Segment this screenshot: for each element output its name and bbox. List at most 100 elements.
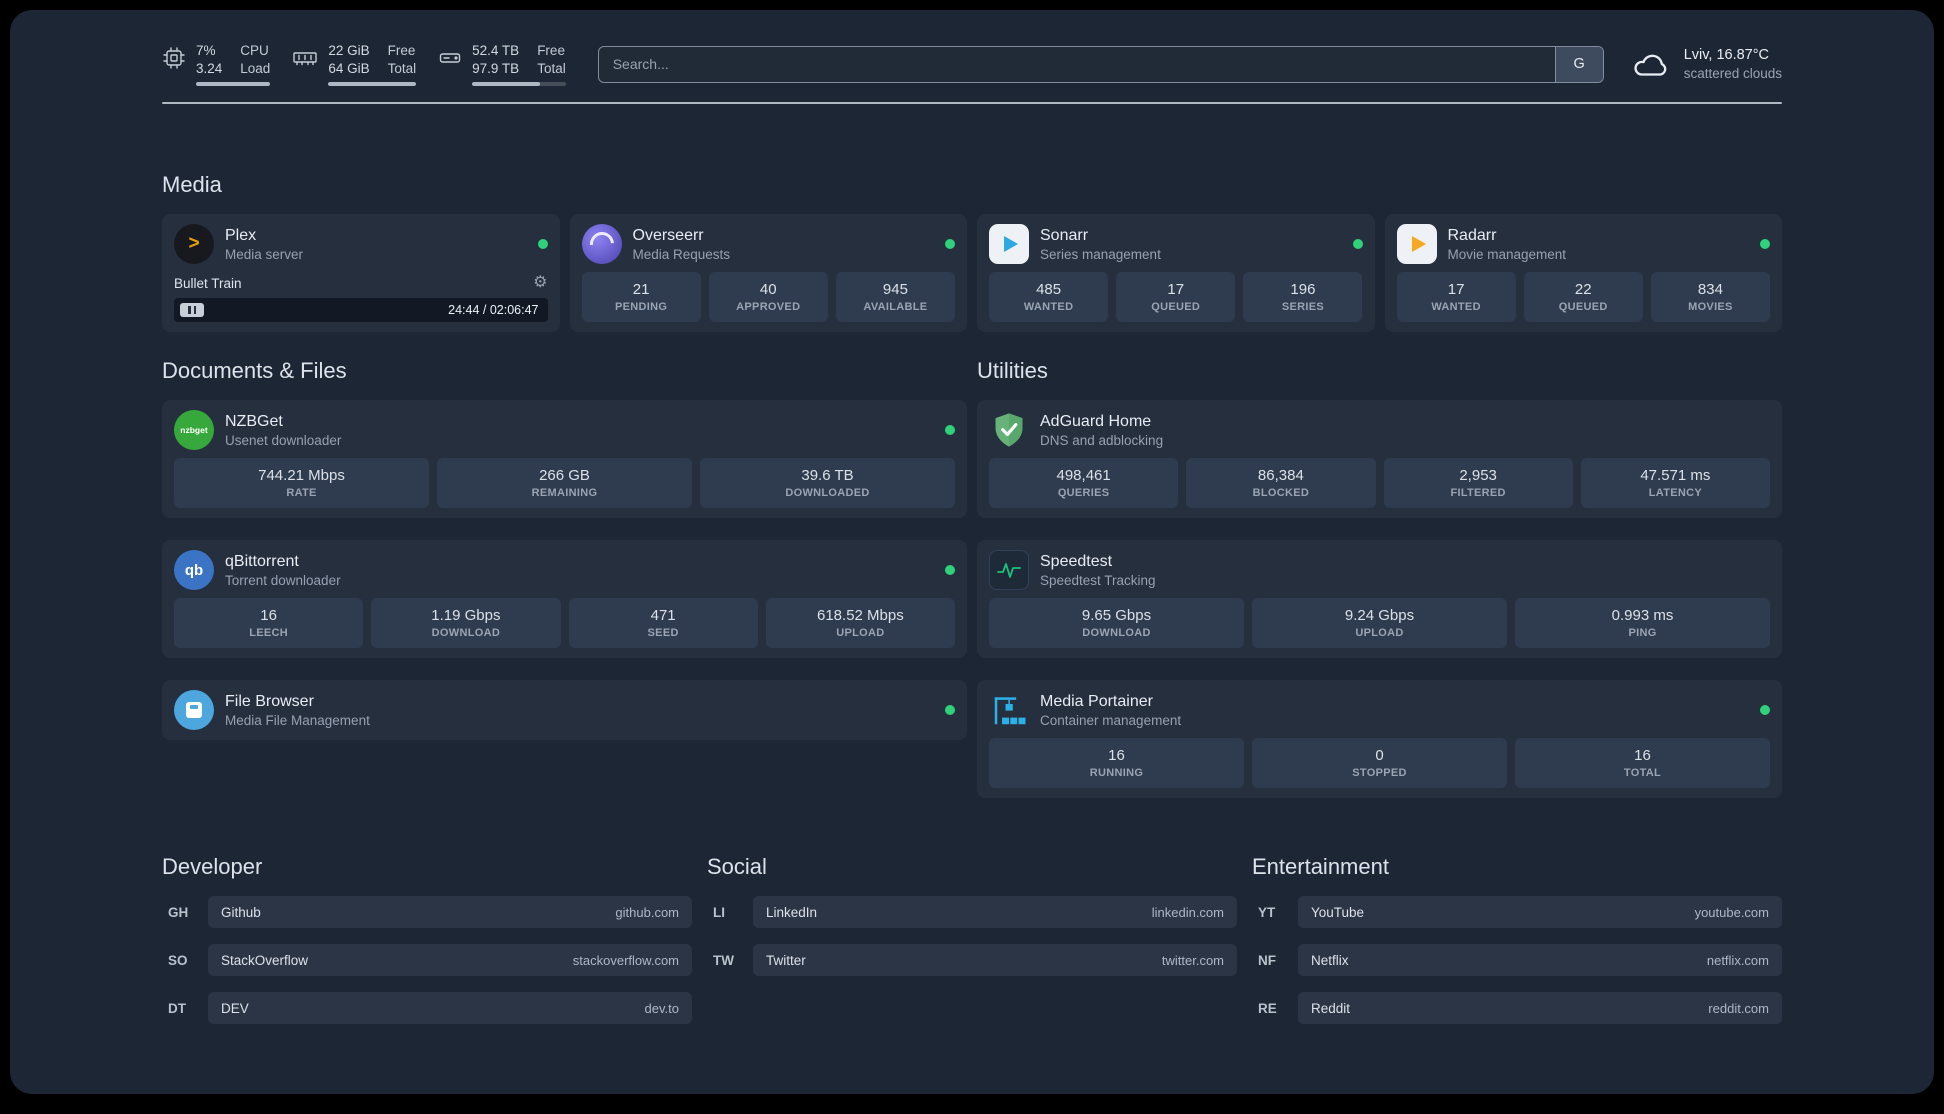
service-description: Media Requests — [632, 246, 731, 262]
weather-widget: Lviv, 16.87°C scattered clouds — [1632, 46, 1782, 82]
disk-total-value: 97.9 TB — [472, 61, 520, 77]
stat-label: REMAINING — [531, 487, 598, 500]
speedtest-card[interactable]: Speedtest Speedtest Tracking 9.65 Gbps D… — [977, 540, 1782, 659]
stat-label: BLOCKED — [1252, 487, 1310, 500]
bookmark-url: github.com — [615, 904, 679, 920]
section-documents: Documents & Files nzbget NZBGet Usenet d… — [162, 358, 967, 741]
bookmark-link-linkedin[interactable]: LinkedIn linkedin.com — [753, 896, 1237, 929]
nzbget-icon-text: nzbget — [180, 425, 208, 436]
overseerr-card[interactable]: Overseerr Media Requests 21 PENDING 40 A… — [569, 214, 967, 333]
disk-icon — [439, 53, 461, 63]
bookmark-link-reddit[interactable]: Reddit reddit.com — [1298, 992, 1782, 1025]
bookmark-url: youtube.com — [1694, 904, 1769, 920]
memory-widget: 22 GiB 64 GiB Free Total — [292, 42, 417, 87]
sonarr-card[interactable]: Sonarr Series management 485 WANTED 17 Q… — [977, 214, 1375, 333]
bookmark-url: twitter.com — [1161, 952, 1224, 968]
bookmark-link-dev[interactable]: DEV dev.to — [208, 992, 692, 1025]
service-name: Plex — [225, 226, 257, 244]
bookmark-abbr: LI — [713, 904, 725, 920]
stat-value: 1.19 Gbps — [431, 607, 501, 625]
cloud-icon — [1634, 54, 1666, 76]
bookmark-link-github[interactable]: Github github.com — [208, 896, 692, 929]
memory-free-label: Free — [387, 43, 416, 58]
stat-value: 2,953 — [1459, 467, 1497, 485]
qbittorrent-card[interactable]: qb qBittorrent Torrent downloader 16 LEE… — [162, 540, 967, 659]
overseerr-icon — [581, 224, 622, 265]
stat-movies: 834 MOVIES — [1650, 272, 1770, 323]
divider — [162, 102, 1782, 105]
radarr-card[interactable]: Radarr Movie management 17 WANTED 22 QUE… — [1384, 214, 1782, 333]
stats-row: 498,461 QUERIES 86,384 BLOCKED 2,953 FIL… — [989, 458, 1770, 509]
filebrowser-card[interactable]: File Browser Media File Management — [162, 680, 967, 741]
bookmark-row: YT YouTube youtube.com — [1252, 896, 1782, 929]
stat-label: STOPPED — [1352, 767, 1407, 780]
bookmark-url: dev.to — [644, 1000, 679, 1016]
stat-value: 744.21 Mbps — [258, 467, 345, 485]
stat-total: 16 TOTAL — [1515, 738, 1770, 789]
stat-value: 0.993 ms — [1611, 607, 1674, 625]
disk-bar — [472, 82, 566, 87]
qbittorrent-icon-text: qb — [184, 561, 204, 579]
stat-label: UPLOAD — [1355, 627, 1404, 640]
cpu-load-label: Load — [240, 61, 271, 77]
nzbget-card[interactable]: nzbget NZBGet Usenet downloader 744.21 M… — [162, 400, 967, 519]
bookmark-link-twitter[interactable]: Twitter twitter.com — [753, 944, 1237, 977]
bookmark-row: TW Twitter twitter.com — [707, 944, 1237, 977]
bookmark-row: GH Github github.com — [162, 896, 692, 929]
status-dot — [1352, 239, 1363, 250]
stat-label: TOTAL — [1623, 767, 1662, 780]
gear-icon[interactable]: ⚙ — [533, 275, 547, 291]
pause-button[interactable] — [180, 303, 204, 318]
stat-seed: 471 SEED — [568, 598, 758, 649]
search-provider-button[interactable]: G — [1554, 46, 1603, 82]
stat-value: 834 — [1697, 281, 1723, 299]
stat-label: SEED — [647, 627, 679, 640]
bookmark-abbr: RE — [1258, 1000, 1277, 1016]
bookmark-link-netflix[interactable]: Netflix netflix.com — [1298, 944, 1782, 977]
plex-icon: > — [174, 224, 214, 265]
memory-bar — [328, 82, 417, 87]
stat-available: 945 AVAILABLE — [835, 272, 955, 323]
search-input[interactable] — [598, 46, 1555, 82]
section-media: Media > Plex Media server Bullet Train ⚙… — [162, 172, 1782, 333]
portainer-card[interactable]: Media Portainer Container management 16 … — [977, 680, 1782, 799]
plex-card[interactable]: > Plex Media server Bullet Train ⚙ 24:44… — [162, 214, 560, 333]
stat-label: APPROVED — [736, 301, 801, 314]
bookmark-abbr: TW — [713, 952, 734, 968]
stat-value: 21 — [632, 281, 650, 299]
service-name: AdGuard Home — [1040, 412, 1152, 430]
stat-remaining: 266 GB REMAINING — [437, 458, 692, 509]
search-bar: G — [597, 45, 1604, 83]
entertainment-section-title: Entertainment — [1252, 854, 1389, 880]
bookmark-row: RE Reddit reddit.com — [1252, 992, 1782, 1025]
stat-rate: 744.21 Mbps RATE — [174, 458, 429, 509]
qbittorrent-icon: qb — [174, 550, 214, 591]
adguard-card[interactable]: AdGuard Home DNS and adblocking 498,461 … — [977, 400, 1782, 519]
status-dot — [945, 239, 955, 250]
stat-value: 16 — [1634, 747, 1651, 765]
bookmark-row: DT DEV dev.to — [162, 992, 692, 1025]
cpu-load-value: 3.24 — [196, 61, 223, 77]
service-description: Series management — [1040, 246, 1161, 262]
stat-label: DOWNLOADED — [785, 487, 870, 500]
bookmark-link-youtube[interactable]: YouTube youtube.com — [1298, 896, 1782, 929]
status-dot — [1760, 705, 1770, 716]
radarr-icon — [1396, 224, 1437, 265]
bookmark-link-stackoverflow[interactable]: StackOverflow stackoverflow.com — [208, 944, 692, 977]
stat-filtered: 2,953 FILTERED — [1383, 458, 1573, 509]
developer-section-title: Developer — [162, 854, 263, 880]
service-name: Media Portainer — [1040, 692, 1153, 710]
playback-progress-bar[interactable]: 24:44 / 02:06:47 — [174, 298, 548, 323]
stat-label: DOWNLOAD — [431, 627, 501, 640]
topbar: 7% 3.24 CPU Load 22 GiB 64 GiB Free Tota… — [162, 10, 1782, 87]
stats-row: 21 PENDING 40 APPROVED 945 AVAILABLE — [581, 272, 956, 323]
bookmark-url: stackoverflow.com — [572, 952, 679, 968]
service-name: Sonarr — [1040, 226, 1089, 244]
stat-running: 16 RUNNING — [989, 738, 1244, 789]
stat-value: 17 — [1167, 281, 1185, 299]
stat-value: 17 — [1447, 281, 1465, 299]
stat-label: RUNNING — [1089, 767, 1144, 780]
bookmark-row: NF Netflix netflix.com — [1252, 944, 1782, 977]
stat-value: 86,384 — [1257, 467, 1304, 485]
weather-location: Lviv, 16.87°C — [1683, 47, 1770, 64]
